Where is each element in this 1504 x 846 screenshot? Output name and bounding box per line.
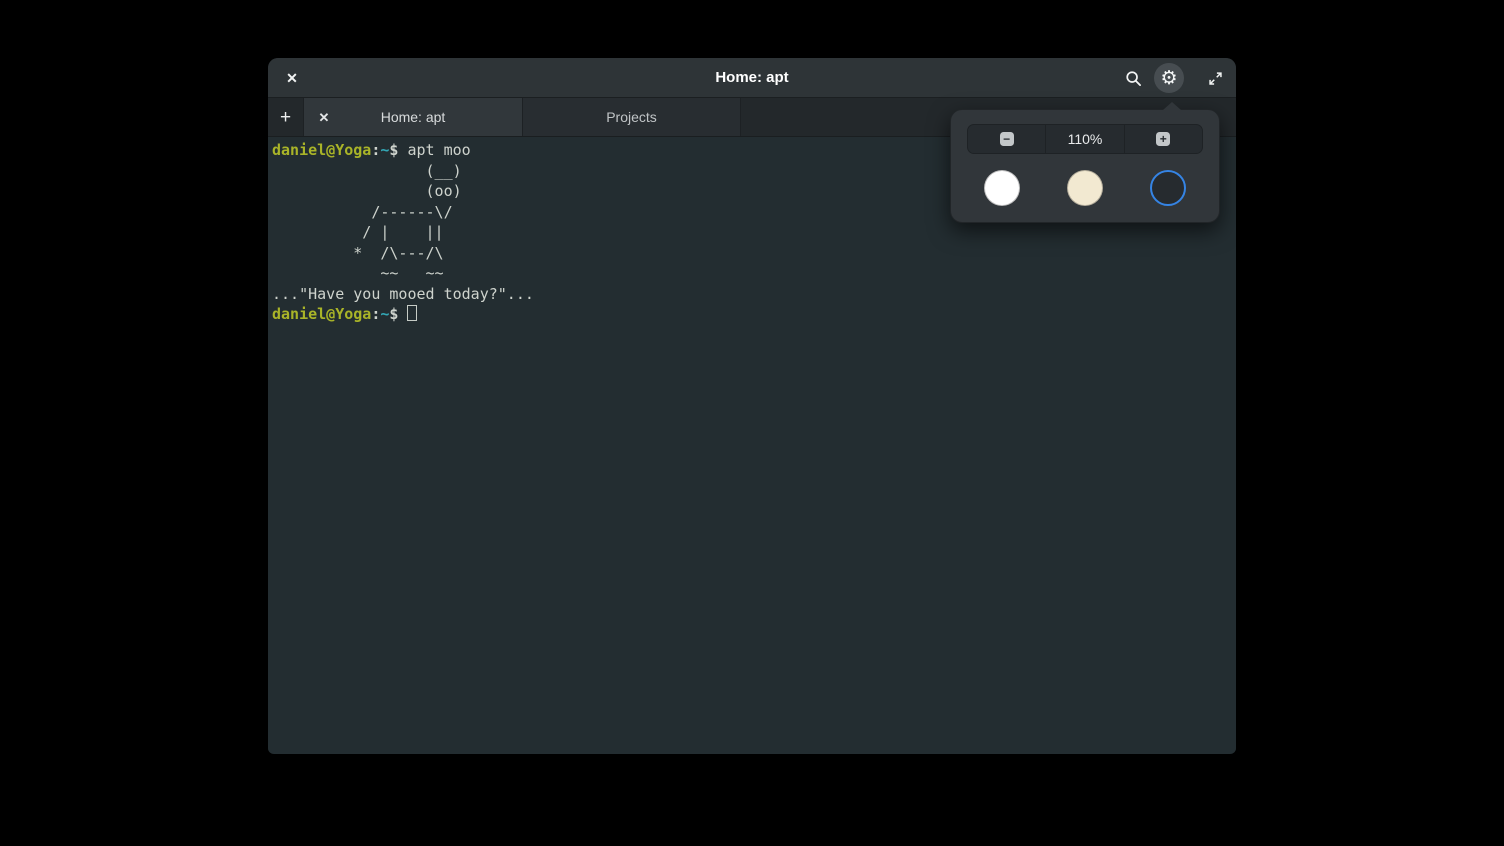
fullscreen-icon	[1208, 71, 1223, 86]
zoom-out-button[interactable]: −	[968, 125, 1045, 153]
zoom-control: − 110% +	[967, 124, 1203, 154]
terminal-cursor	[407, 305, 417, 321]
fullscreen-button[interactable]	[1200, 63, 1230, 93]
prompt-user-host: daniel@Yoga	[272, 305, 371, 323]
theme-dark-button[interactable]	[1150, 170, 1186, 206]
tab-home-apt[interactable]: ✕ Home: apt	[304, 98, 523, 136]
zoom-in-icon: +	[1156, 132, 1170, 146]
moo-message-line: ..."Have you mooed today?"...	[272, 284, 1232, 305]
header-bar: ✕ Home: apt ⚙	[268, 58, 1236, 98]
zoom-out-icon: −	[1000, 132, 1014, 146]
tab-label: Home: apt	[381, 109, 446, 125]
tab-close-button[interactable]: ✕	[313, 106, 335, 128]
plus-icon: +	[280, 108, 291, 127]
ascii-art-line: * /\---/\	[272, 243, 1232, 264]
tab-label: Projects	[606, 109, 657, 125]
zoom-level-value[interactable]: 110%	[1045, 125, 1123, 153]
new-tab-button[interactable]: +	[268, 98, 304, 136]
window-title: Home: apt	[715, 69, 788, 86]
popover-arrow	[1163, 102, 1181, 110]
close-icon: ✕	[286, 70, 298, 87]
terminal-screen[interactable]: daniel@Yoga:~$ apt moo (__) (oo) /------…	[268, 137, 1236, 753]
prompt-user-host: daniel@Yoga	[272, 141, 371, 159]
search-button[interactable]	[1118, 63, 1148, 93]
window-close-button[interactable]: ✕	[277, 63, 307, 93]
desktop-background: ✕ Home: apt ⚙	[0, 0, 1504, 846]
search-icon	[1125, 70, 1142, 87]
settings-popover: − 110% +	[950, 109, 1220, 223]
zoom-in-button[interactable]: +	[1124, 125, 1202, 153]
terminal-prompt-line: daniel@Yoga:~$	[272, 304, 1232, 325]
ascii-art-line: / | ||	[272, 222, 1232, 243]
settings-button[interactable]: ⚙	[1154, 63, 1184, 93]
gear-icon: ⚙	[1160, 69, 1177, 88]
command-text: apt moo	[398, 141, 470, 159]
tab-projects[interactable]: Projects	[523, 98, 741, 136]
theme-light-button[interactable]	[984, 170, 1020, 206]
theme-selector	[967, 170, 1203, 206]
theme-sepia-button[interactable]	[1067, 170, 1103, 206]
tab-close-icon: ✕	[319, 111, 330, 124]
headerbar-actions: ⚙	[1112, 63, 1230, 93]
ascii-art-line: ~~ ~~	[272, 263, 1232, 284]
